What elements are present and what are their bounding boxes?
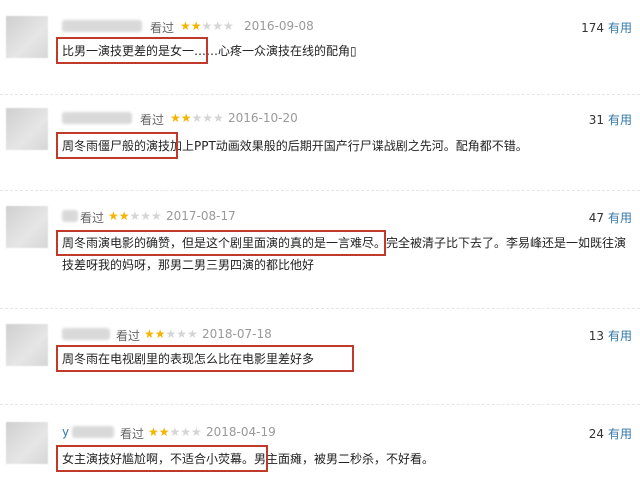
rating-stars: ★★★★★ [170, 111, 224, 125]
review-item: y 看过 ★★★★★ 2018-04-19 24 有用 女主演技好尴尬啊，不适合小… [0, 414, 640, 495]
username[interactable] [62, 328, 110, 340]
vote-count: 13 有用 [589, 327, 632, 344]
star-empty-icon: ★★★ [129, 209, 162, 223]
avatar[interactable] [6, 16, 48, 58]
star-empty-icon: ★★★ [165, 327, 198, 341]
watched-label: 看过 [140, 113, 165, 127]
username[interactable] [62, 20, 142, 32]
vote-number: 174 [581, 21, 604, 35]
star-empty-icon: ★★★ [191, 111, 224, 125]
vote-number: 47 [588, 211, 604, 225]
star-icon: ★★ [170, 111, 192, 125]
review-item: 看过 ★★★★★ 2016-09-08 174 有用 比男一演技更差的是女一……心… [0, 8, 640, 78]
vote-count: 31 有用 [589, 111, 632, 128]
rating-stars: ★★★★★ [148, 425, 202, 439]
avatar[interactable] [6, 108, 48, 150]
useful-button[interactable]: 有用 [608, 427, 632, 441]
star-empty-icon: ★★★ [169, 425, 202, 439]
divider [0, 308, 640, 309]
useful-button[interactable]: 有用 [608, 113, 632, 127]
review-text: 周冬雨僵尸般的演技加上PPT动画效果般的后期开国产行尸谍战剧之先河。配角都不错。 [62, 139, 528, 153]
rating-stars: ★★★★★ [180, 19, 234, 33]
vote-count: 174 有用 [581, 19, 632, 36]
divider [0, 94, 640, 95]
username[interactable] [62, 210, 78, 222]
watched-label: 看过 [116, 329, 141, 343]
review-item: 看过 ★★★★★ 2016-10-20 31 有用 周冬雨僵尸般的演技加上PPT动… [0, 100, 640, 178]
star-icon: ★★ [144, 327, 166, 341]
useful-button[interactable]: 有用 [608, 211, 632, 225]
vote-number: 24 [588, 427, 604, 441]
rating-stars: ★★★★★ [108, 209, 162, 223]
star-empty-icon: ★★★ [201, 19, 234, 33]
review-date: 2018-07-18 [202, 327, 272, 341]
vote-count: 24 有用 [589, 425, 632, 442]
review-text: 女主演技好尴尬啊，不适合小荧幕。男主面瘫，被男二秒杀，不好看。 [62, 452, 435, 466]
vote-number: 31 [588, 113, 604, 127]
review-date: 2018-04-19 [206, 425, 276, 439]
watched-label: 看过 [150, 21, 175, 35]
avatar[interactable] [6, 422, 48, 464]
watched-label: 看过 [80, 211, 105, 225]
review-text: 周冬雨演电影的确赞，但是这个剧里面演的真的是一言难尽。完全被清子比下去了。李易峰… [62, 236, 627, 272]
review-text: 周冬雨在电视剧里的表现怎么比在电影里差好多 [62, 352, 315, 366]
review-date: 2017-08-17 [166, 209, 236, 223]
review-text: 比男一演技更差的是女一……心疼一众演技在线的配角▯ [62, 44, 357, 58]
star-icon: ★★ [180, 19, 202, 33]
review-item: 看过 ★★★★★ 2018-07-18 13 有用 周冬雨在电视剧里的表现怎么比在… [0, 316, 640, 386]
avatar[interactable] [6, 206, 48, 248]
useful-button[interactable]: 有用 [608, 21, 632, 35]
star-icon: ★★ [148, 425, 170, 439]
watched-label: 看过 [120, 427, 145, 441]
divider [0, 404, 640, 405]
rating-stars: ★★★★★ [144, 327, 198, 341]
star-icon: ★★ [108, 209, 130, 223]
vote-count: 47 有用 [589, 209, 632, 226]
review-date: 2016-10-20 [228, 111, 298, 125]
username-blur [72, 426, 114, 438]
vote-number: 13 [588, 329, 604, 343]
review-item: 看过 ★★★★★ 2017-08-17 47 有用 周冬雨演电影的确赞，但是这个剧… [0, 198, 640, 298]
useful-button[interactable]: 有用 [608, 329, 632, 343]
divider [0, 190, 640, 191]
username[interactable] [62, 112, 132, 124]
avatar[interactable] [6, 324, 48, 366]
username[interactable]: y [62, 425, 69, 439]
review-date: 2016-09-08 [244, 19, 314, 33]
